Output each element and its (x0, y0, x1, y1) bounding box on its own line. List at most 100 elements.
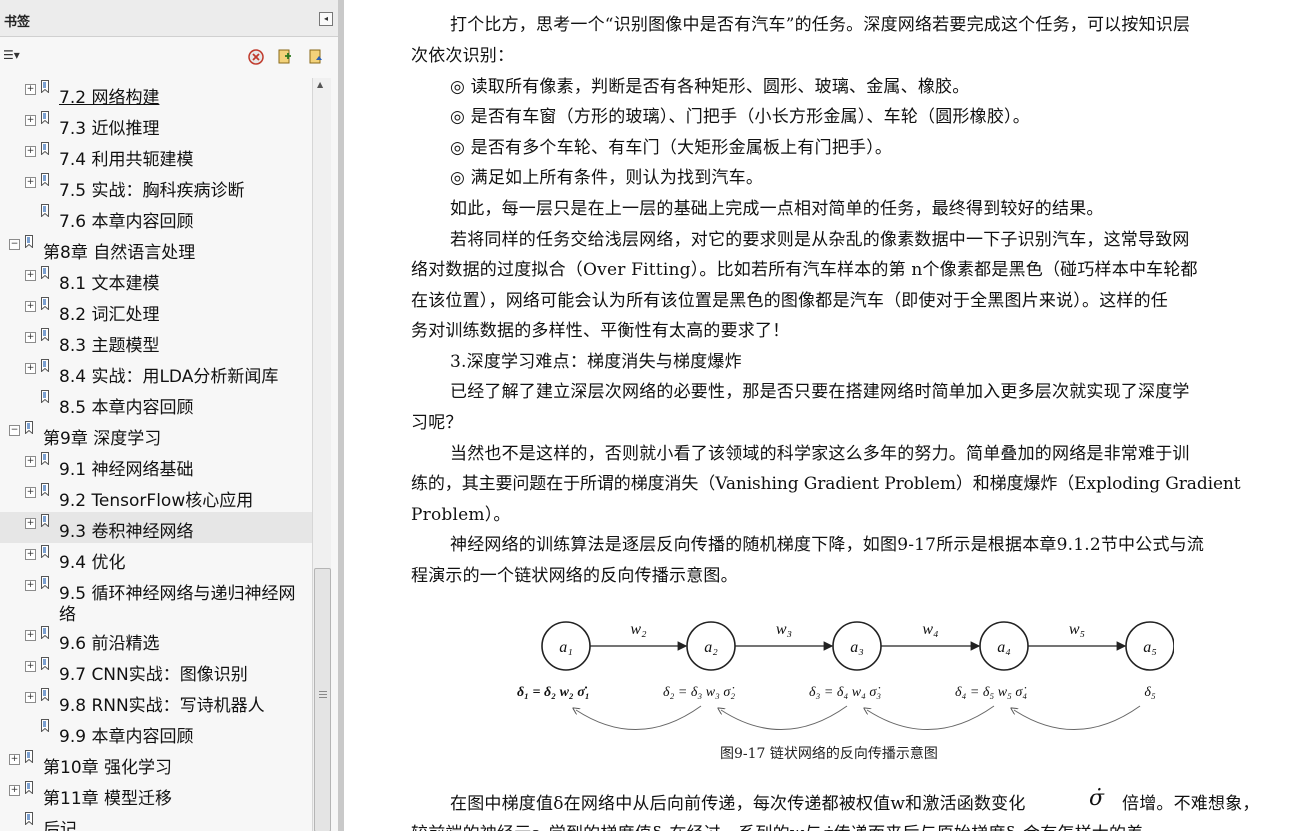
new-bookmark-icon[interactable] (276, 48, 294, 66)
bookmark-item[interactable]: +9.6 前沿精选 (0, 624, 312, 655)
expand-icon[interactable]: + (25, 692, 36, 703)
paragraph-line: 如此，每一层只是在上一层的基础上完成一点相对简单的任务，最终得到较好的结果。 (450, 199, 1104, 219)
scrollbar-thumb[interactable] (314, 568, 331, 831)
delete-bookmark-icon[interactable] (247, 48, 265, 66)
node-label: a₅ (1143, 639, 1157, 656)
node-label: a₁ (559, 639, 573, 656)
bookmark-label: 7.3 近似推理 (59, 119, 160, 139)
backprop-arrow (576, 705, 702, 730)
bookmark-icon (41, 626, 49, 639)
bookmark-icon (41, 483, 49, 496)
delta-formula: δ₁ = δ₂ w₂ σ̇₁ (517, 685, 590, 700)
bookmark-item[interactable]: +8.3 主题模型 (0, 326, 312, 357)
expand-icon[interactable]: + (25, 487, 36, 498)
list-item: ◎ 读取所有像素，判断是否有各种矩形、圆形、玻璃、金属、橡胶。 (450, 77, 970, 97)
expand-icon[interactable]: + (25, 363, 36, 374)
list-item: ◎ 满足如上所有条件，则认为找到汽车。 (450, 168, 764, 188)
figure-caption: 图9-17 链状网络的反向传播示意图 (720, 746, 938, 762)
weight-label: w₃ (776, 621, 792, 638)
bookmark-tree: +7.2 网络构建 +7.3 近似推理 +7.4 利用共轭建模 +7.5 实战：胸科疾… (0, 78, 312, 831)
paragraph-line: 神经网络的训练算法是逐层反向传播的随机梯度下降，如图9-17所示是根据本章9.1… (450, 535, 1205, 555)
bookmark-icon (25, 750, 33, 763)
bookmark-item[interactable]: − 第8章 自然语言处理 (0, 233, 312, 264)
bookmark-item[interactable]: − 第9章 深度学习 (0, 419, 312, 450)
expand-icon[interactable]: + (25, 146, 36, 157)
expand-icon[interactable]: + (25, 630, 36, 641)
bookmark-item[interactable]: 8.5 本章内容回顾 (0, 388, 312, 419)
bookmark-icon (41, 545, 49, 558)
bookmark-item[interactable]: +9.3 卷积神经网络 (0, 512, 312, 543)
bookmark-item[interactable]: +8.2 词汇处理 (0, 295, 312, 326)
bookmark-item[interactable]: +9.1 神经网络基础 (0, 450, 312, 481)
expand-icon[interactable]: + (25, 270, 36, 281)
options-menu-button[interactable]: ☰▾ (3, 48, 29, 64)
paragraph-line: 打个比方，思考一个“识别图像中是否有汽车”的任务。深度网络若要完成这个任务，可以… (450, 15, 1191, 35)
panel-title: 书签 (4, 15, 31, 30)
expand-icon[interactable]: + (25, 549, 36, 560)
bookmark-icon (41, 173, 49, 186)
expand-icon[interactable]: + (25, 518, 36, 529)
bookmark-icon (41, 204, 49, 217)
expand-icon[interactable]: + (9, 754, 20, 765)
delta-formula: δ₅ (1144, 685, 1156, 700)
bookmark-label: 后记 (43, 820, 77, 831)
expand-icon[interactable]: + (25, 332, 36, 343)
chain-network-diagram: w₂ w₃ w₄ w₅ a₁ a₂ a₃ a₄ a₅ δ₁ = δ₂ w₂ σ̇₁ δ₂ = δ… (517, 621, 1174, 731)
paragraph-line: Problem）。 (411, 505, 511, 525)
paragraph-line: 络对数据的过度拟合（Over Fitting）。比如若所有汽车样本的第 n个像素… (411, 260, 1198, 280)
bookmark-label: 9.3 卷积神经网络 (59, 522, 194, 542)
expand-icon[interactable]: + (25, 177, 36, 188)
bookmark-item[interactable]: +9.7 CNN实战：图像识别 (0, 655, 312, 686)
bookmark-item[interactable]: 9.9 本章内容回顾 (0, 717, 312, 748)
bookmark-item[interactable]: 后记 (0, 810, 312, 831)
bookmark-item[interactable]: 7.6 本章内容回顾 (0, 202, 312, 233)
expand-icon[interactable]: + (9, 785, 20, 796)
bookmark-item[interactable]: + 第10章 强化学习 (0, 748, 312, 779)
sigma-dot-symbol: σ̇ (1089, 786, 1105, 811)
expand-icon[interactable]: + (25, 456, 36, 467)
bookmark-label: 9.1 神经网络基础 (59, 460, 194, 480)
bookmark-icon (41, 111, 49, 124)
node-label: a₃ (850, 639, 864, 656)
bookmark-item[interactable]: +7.3 近似推理 (0, 109, 312, 140)
collapse-icon[interactable]: − (9, 239, 20, 250)
bookmark-item[interactable]: +9.5 循环神经网络与递归神经网络 (0, 574, 312, 625)
bookmark-icon (41, 359, 49, 372)
backprop-arrow (1014, 705, 1141, 730)
expand-icon[interactable]: + (25, 84, 36, 95)
paragraph-line: 务对训练数据的多样性、平衡性有太高的要求了！ (411, 321, 790, 341)
bookmark-item[interactable]: + 第11章 模型迁移 (0, 779, 312, 810)
bookmark-icon (25, 235, 33, 248)
bookmark-icon (41, 390, 49, 403)
bookmarks-toolbar: ☰▾ (0, 44, 338, 70)
document-page: 打个比方，思考一个“识别图像中是否有汽车”的任务。深度网络若要完成这个任务，可以… (344, 0, 1315, 831)
bookmark-label: 9.8 RNN实战：写诗机器人 (59, 696, 265, 716)
bookmark-item[interactable]: +7.5 实战：胸科疾病诊断 (0, 171, 312, 202)
bookmark-icon (41, 452, 49, 465)
bookmark-item[interactable]: +8.1 文本建模 (0, 264, 312, 295)
collapse-panel-button[interactable]: ◂ (319, 12, 333, 26)
bookmark-item[interactable]: +8.4 实战：用LDA分析新闻库 (0, 357, 312, 388)
expand-icon[interactable]: + (25, 115, 36, 126)
bookmark-label-continued: 络 (59, 605, 76, 625)
panel-scrollbar[interactable]: ▲ (312, 78, 331, 831)
bookmark-label: 第10章 强化学习 (43, 758, 173, 778)
bookmark-item[interactable]: +9.2 TensorFlow核心应用 (0, 481, 312, 512)
list-item: ◎ 是否有多个车轮、有车门（大矩形金属板上有门把手）。 (450, 138, 893, 158)
scroll-up-arrow-icon[interactable]: ▲ (317, 80, 323, 89)
node-label: a₂ (704, 639, 718, 656)
expand-icon[interactable]: + (25, 580, 36, 591)
bookmark-options-icon[interactable] (307, 48, 325, 66)
bookmark-label: 第9章 深度学习 (43, 429, 162, 449)
weight-label: w₂ (630, 621, 647, 638)
bookmark-item[interactable]: +9.4 优化 (0, 543, 312, 574)
weight-label: w₄ (922, 621, 938, 638)
bookmark-item[interactable]: +7.4 利用共轭建模 (0, 140, 312, 171)
bookmark-item[interactable]: +9.8 RNN实战：写诗机器人 (0, 686, 312, 717)
bookmark-label: 第11章 模型迁移 (43, 789, 173, 809)
bookmark-icon (41, 657, 49, 670)
expand-icon[interactable]: + (25, 301, 36, 312)
expand-icon[interactable]: + (25, 661, 36, 672)
bookmark-item[interactable]: +7.2 网络构建 (0, 78, 312, 109)
collapse-icon[interactable]: − (9, 425, 20, 436)
